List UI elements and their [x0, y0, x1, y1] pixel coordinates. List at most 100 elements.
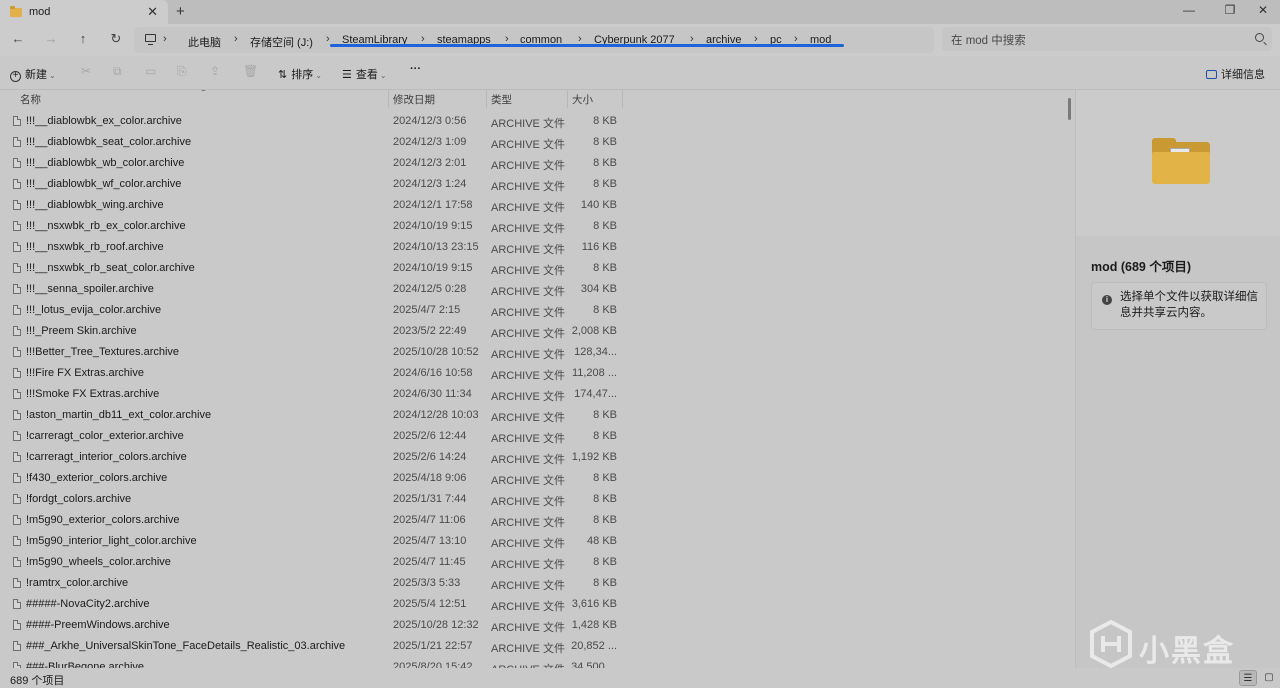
address-bar[interactable]: › 此电脑 › 存储空间 (J:) › SteamLibrary › steam… [134, 27, 934, 53]
file-row[interactable]: !m5g90_exterior_colors.archive 2025/4/7 1… [0, 510, 1060, 531]
minimize-icon[interactable]: — [1182, 3, 1196, 17]
file-date: 2024/12/3 0:56 [393, 115, 467, 127]
file-icon [13, 389, 21, 399]
file-row[interactable]: ###_Arkhe_UniversalSkinTone_FaceDetails_… [0, 636, 1060, 657]
file-row[interactable]: !!!__diablowbk_seat_color.archive 2024/12… [0, 132, 1060, 153]
file-date: 2024/12/3 1:24 [393, 178, 467, 190]
details-title: mod (689 个项目) [1091, 260, 1192, 274]
file-size: 8 KB [593, 115, 617, 127]
file-row[interactable]: !!!__senna_spoiler.archive 2024/12/5 0:28… [0, 279, 1060, 300]
search-placeholder: 在 mod 中搜索 [951, 35, 1026, 47]
column-divider[interactable] [388, 90, 389, 108]
file-row[interactable]: !aston_martin_db11_ext_color.archive 2024… [0, 405, 1060, 426]
file-row[interactable]: !!!Better_Tree_Textures.archive 2025/10/2… [0, 342, 1060, 363]
file-row[interactable]: !!!__diablowbk_wing.archive 2024/12/1 17:… [0, 195, 1060, 216]
file-date: 2025/8/20 15:42 [393, 661, 473, 668]
file-icon [13, 431, 21, 441]
file-row[interactable]: !!!__diablowbk_wf_color.archive 2024/12/3… [0, 174, 1060, 195]
breadcrumb-separator-icon[interactable]: › [163, 33, 167, 45]
up-icon[interactable]: ↑ [75, 31, 91, 46]
tab-title: mod [29, 6, 51, 18]
file-date: 2025/4/18 9:06 [393, 472, 467, 484]
file-row[interactable]: !!!_Preem Skin.archive 2023/5/2 22:49 ARCH… [0, 321, 1060, 342]
share-icon[interactable]: ⇪ [210, 64, 220, 78]
info-icon: i [1102, 295, 1112, 305]
file-row[interactable]: !fordgt_colors.archive 2025/1/31 7:44 ARCH… [0, 489, 1060, 510]
scrollbar-thumb[interactable] [1068, 98, 1071, 120]
paste-icon[interactable]: ▭ [145, 64, 156, 78]
close-icon[interactable]: ✕ [1256, 3, 1270, 17]
sort-icon: ⇅ [278, 69, 288, 81]
view-lines-icon: ☰ [342, 69, 352, 81]
copy-icon[interactable]: ⧉ [113, 64, 122, 79]
column-header-type[interactable]: 类型 [491, 92, 512, 107]
file-row[interactable]: !carreragt_interior_colors.archive 2025/2… [0, 447, 1060, 468]
file-name: !!!__diablowbk_wb_color.archive [26, 157, 185, 169]
sort-button[interactable]: ⇅ 排序 ⌄ [278, 66, 322, 82]
file-size: 48 KB [587, 535, 617, 547]
vertical-scrollbar[interactable] [1064, 90, 1074, 668]
file-row[interactable]: !!!_lotus_evija_color.archive 2025/4/7 2:… [0, 300, 1060, 321]
file-name: !fordgt_colors.archive [26, 493, 132, 505]
details-label: 详细信息 [1221, 69, 1265, 81]
file-type: ARCHIVE 文件 [491, 517, 565, 529]
add-tab-icon[interactable]: + [176, 3, 185, 20]
file-name: !carreragt_color_exterior.archive [26, 430, 184, 442]
file-size: 8 KB [593, 262, 617, 274]
file-row[interactable]: !!!Fire FX Extras.archive 2024/6/16 10:58… [0, 363, 1060, 384]
column-header-date[interactable]: 修改日期 [393, 92, 435, 107]
file-size: 8 KB [593, 493, 617, 505]
file-name: !m5g90_interior_light_color.archive [26, 535, 197, 547]
column-header-name[interactable]: 名称 [20, 92, 41, 107]
file-row[interactable]: !m5g90_wheels_color.archive 2025/4/7 11:4… [0, 552, 1060, 573]
file-row[interactable]: ####-PreemWindows.archive 2025/10/28 12:3… [0, 615, 1060, 636]
file-row[interactable]: !!!__nsxwbk_rb_seat_color.archive 2024/10… [0, 258, 1060, 279]
file-row[interactable]: !f430_exterior_colors.archive 2025/4/18 9… [0, 468, 1060, 489]
search-box[interactable]: 在 mod 中搜索 [942, 27, 1272, 51]
forward-icon[interactable]: → [43, 31, 59, 46]
breadcrumb-separator-icon[interactable]: › [326, 33, 330, 45]
back-icon[interactable]: ← [10, 31, 26, 46]
rename-icon[interactable]: ⎘ [177, 64, 187, 79]
restore-icon[interactable]: ❐ [1223, 3, 1237, 17]
view-button[interactable]: ☰ 查看 ⌄ [342, 66, 387, 82]
file-row[interactable]: !!!__nsxwbk_rb_ex_color.archive 2024/10/1… [0, 216, 1060, 237]
file-size: 2,008 KB [571, 325, 617, 337]
file-row[interactable]: !m5g90_interior_light_color.archive 2025/… [0, 531, 1060, 552]
tiles-view-icon[interactable]: ▢ [1260, 670, 1278, 686]
breadcrumb-drive[interactable]: 存储空间 (J:) [250, 34, 313, 50]
new-button[interactable]: + 新建 ⌄ [10, 66, 56, 82]
more-options-button[interactable]: ··· [410, 63, 421, 75]
breadcrumb-this-pc[interactable]: 此电脑 [188, 34, 221, 50]
file-row[interactable]: !carreragt_color_exterior.archive 2025/2/… [0, 426, 1060, 447]
cut-icon[interactable]: ✂ [81, 64, 91, 78]
file-date: 2025/4/7 11:06 [393, 514, 466, 526]
file-row[interactable]: !!!__diablowbk_wb_color.archive 2024/12/3… [0, 153, 1060, 174]
column-divider[interactable] [622, 90, 623, 108]
breadcrumb-separator-icon[interactable]: › [234, 33, 238, 45]
file-row[interactable]: ###-BlurBegone.archive 2025/8/20 15:42 ARC… [0, 657, 1060, 668]
column-divider[interactable] [486, 90, 487, 108]
file-name: !m5g90_exterior_colors.archive [26, 514, 180, 526]
file-row[interactable]: !ramtrx_color.archive 2025/3/3 5:33 ARCHIV… [0, 573, 1060, 594]
file-name: !!!__diablowbk_wf_color.archive [26, 178, 182, 190]
file-row[interactable]: !!!Smoke FX Extras.archive 2024/6/30 11:3… [0, 384, 1060, 405]
file-icon [13, 242, 21, 252]
column-header-size[interactable]: 大小 [572, 92, 593, 107]
tab-mod[interactable]: mod ✕ [0, 0, 168, 24]
file-row[interactable]: !!!__nsxwbk_rb_roof.archive 2024/10/13 23… [0, 237, 1060, 258]
details-view-icon[interactable]: ☰ [1239, 670, 1257, 686]
delete-icon[interactable]: 🗑 [243, 64, 258, 78]
file-date: 2024/6/30 11:34 [393, 388, 472, 400]
details-pane-button[interactable]: 详细信息 [1206, 66, 1265, 82]
file-row[interactable]: !!!__diablowbk_ex_color.archive 2024/12/3… [0, 111, 1060, 132]
file-icon [13, 347, 21, 357]
this-pc-icon [145, 34, 156, 45]
tab-close-icon[interactable]: ✕ [147, 4, 158, 20]
column-divider[interactable] [567, 90, 568, 108]
refresh-icon[interactable]: ↻ [108, 31, 124, 47]
file-type: ARCHIVE 文件 [491, 643, 565, 655]
search-icon[interactable] [1255, 33, 1264, 42]
file-size: 1,192 KB [571, 451, 617, 463]
file-row[interactable]: #####-NovaCity2.archive 2025/5/4 12:51 ARC… [0, 594, 1060, 615]
